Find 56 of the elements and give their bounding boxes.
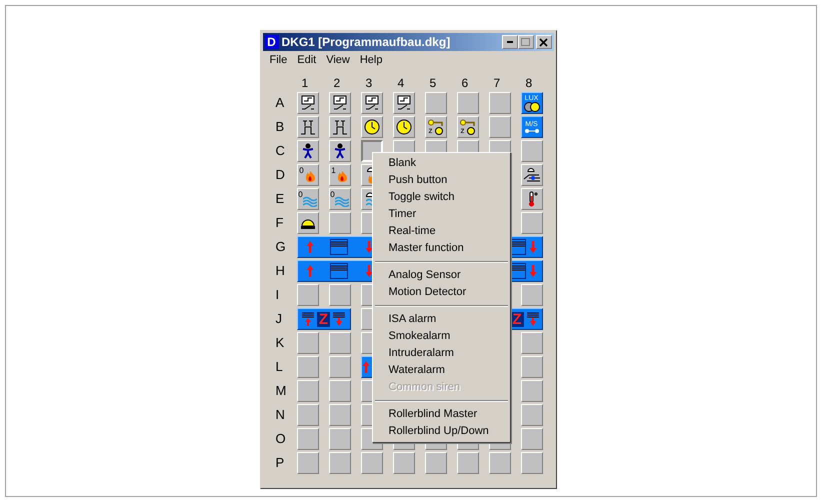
row-header: N xyxy=(274,406,286,424)
row-header: G xyxy=(274,238,287,256)
context-menu-item[interactable]: Wateralarm xyxy=(372,362,510,379)
row-header: B xyxy=(274,118,286,136)
context-menu-item[interactable]: Push button xyxy=(372,172,510,189)
row-header: H xyxy=(274,262,286,280)
row-header: J xyxy=(274,310,283,328)
context-menu-item[interactable]: Master function xyxy=(372,240,510,257)
menu-item[interactable]: Edit xyxy=(292,52,322,69)
row-header: M xyxy=(274,382,288,400)
context-menu-item[interactable]: Rollerblind Up/Down xyxy=(372,423,510,440)
cell-label: 0 xyxy=(330,191,335,199)
row-header: P xyxy=(274,454,286,472)
cell-label: z xyxy=(460,127,464,135)
app-icon: D xyxy=(264,35,278,49)
menu-item[interactable]: Help xyxy=(354,52,388,69)
context-menu-item[interactable]: Blank xyxy=(372,155,510,172)
column-header: 6 xyxy=(460,75,470,92)
menu-item[interactable]: View xyxy=(321,52,355,69)
column-header: 8 xyxy=(524,75,534,92)
cell-label: 1 xyxy=(331,167,336,175)
column-header: 2 xyxy=(332,75,342,92)
row-header: F xyxy=(274,214,284,232)
grid-button[interactable]: 0 xyxy=(296,164,318,186)
cell-label: Z xyxy=(316,312,330,326)
context-menu-item[interactable]: Real-time xyxy=(372,223,510,240)
context-menu-item[interactable]: Motion Detector xyxy=(372,284,510,301)
context-menu-item[interactable]: Analog Sensor xyxy=(372,267,510,284)
cell-label: 0 xyxy=(298,191,303,199)
column-header: 4 xyxy=(396,75,406,92)
context-menu-item[interactable]: Intruderalarm xyxy=(372,345,510,362)
window-title: DKG1 [Programmaufbau.dkg] xyxy=(282,34,450,51)
context-menu-item[interactable]: Smokealarm xyxy=(372,328,510,345)
grid-button[interactable]: z xyxy=(424,116,446,138)
context-menu-item[interactable]: Toggle switch xyxy=(372,189,510,206)
row-header: O xyxy=(274,430,287,448)
row-header: L xyxy=(274,358,284,376)
row-header: C xyxy=(274,142,286,160)
context-menu-item[interactable]: Rollerblind Master xyxy=(372,406,510,423)
grid-button[interactable]: z xyxy=(456,116,478,138)
column-header: 7 xyxy=(492,75,502,92)
grid-button[interactable]: 0 xyxy=(328,188,350,210)
context-menu-item[interactable]: Timer xyxy=(372,206,510,223)
row-header: A xyxy=(274,94,286,112)
menu-item[interactable]: File xyxy=(264,52,292,69)
grid-button[interactable]: 0 xyxy=(296,188,318,210)
row-header: K xyxy=(274,334,286,352)
cell-label: 0 xyxy=(299,167,304,175)
column-header: 3 xyxy=(364,75,374,92)
row-header: I xyxy=(274,286,280,304)
column-header: 1 xyxy=(300,75,310,92)
grid-button[interactable]: 1 xyxy=(328,164,350,186)
row-header: E xyxy=(274,190,286,208)
row-header: D xyxy=(274,166,286,184)
cell-label: z xyxy=(428,127,432,135)
column-header: 5 xyxy=(428,75,438,92)
